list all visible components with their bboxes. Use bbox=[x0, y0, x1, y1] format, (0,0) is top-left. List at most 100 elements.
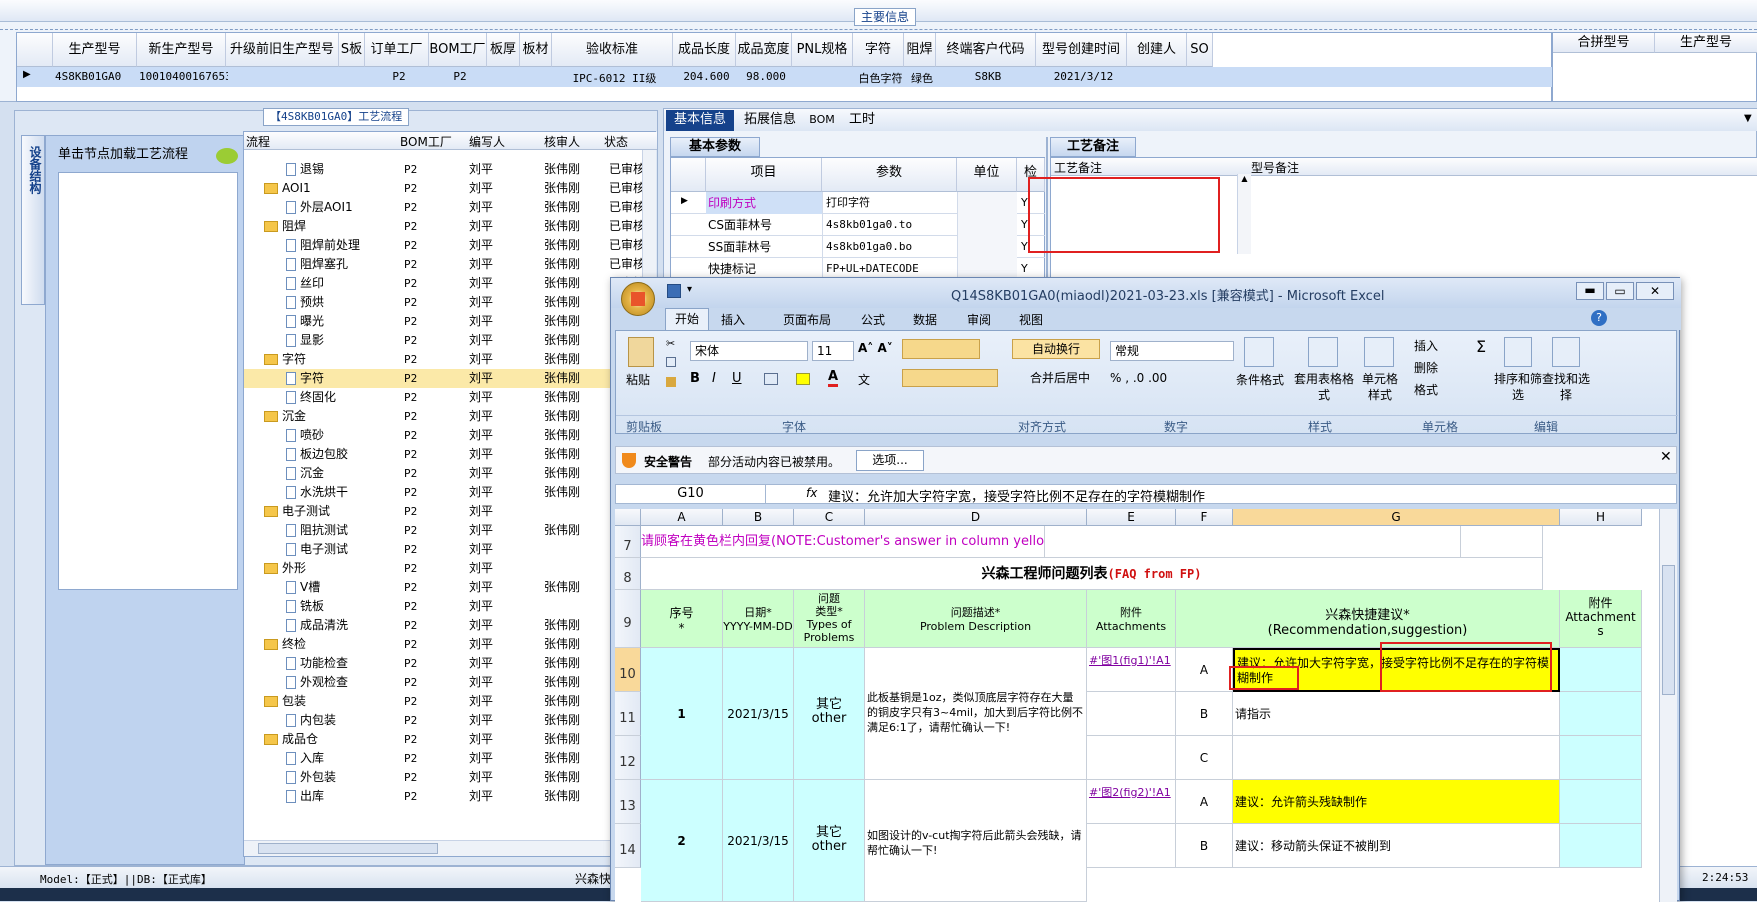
q1-desc[interactable]: 此板基铜是1oz，类似顶底层字符存在大量的铜皮字只有3~4mil，加大到后字符比… bbox=[865, 648, 1087, 780]
tree-row[interactable]: V槽 P2 刘平 张伟刚 bbox=[244, 578, 642, 597]
office-button-icon[interactable] bbox=[621, 282, 655, 316]
tree-row[interactable]: 成品清洗 P2 刘平 张伟刚 bbox=[244, 616, 642, 635]
tree-node[interactable]: 字符 bbox=[264, 350, 394, 369]
tree-node[interactable]: 预烘 bbox=[286, 293, 394, 312]
q2-h-b[interactable] bbox=[1560, 824, 1642, 868]
font-size-select[interactable]: 11 bbox=[812, 341, 854, 361]
close-button[interactable]: ✕ bbox=[1636, 282, 1674, 300]
align-top-group[interactable] bbox=[902, 339, 980, 359]
q1-attach-c[interactable] bbox=[1087, 736, 1176, 780]
tab-extended-info[interactable]: 拓展信息 bbox=[740, 110, 800, 131]
main-col-17[interactable]: SO bbox=[1187, 33, 1213, 67]
main-val-9[interactable]: 204.600 bbox=[675, 70, 738, 86]
tree-node[interactable]: V槽 bbox=[286, 578, 394, 597]
tree-node[interactable]: 终固化 bbox=[286, 388, 394, 407]
q1-h-b[interactable] bbox=[1560, 692, 1642, 736]
tab-process-notes[interactable]: 工艺备注 bbox=[1050, 137, 1136, 157]
phonetic-icon[interactable]: 文 bbox=[858, 371, 870, 388]
cell-row7-h[interactable] bbox=[1461, 526, 1543, 558]
side-tab-device[interactable]: 设备结构 bbox=[21, 135, 45, 305]
params-col-unit[interactable]: 单位 bbox=[957, 158, 1017, 192]
underline-button[interactable]: U bbox=[732, 371, 742, 386]
tree-node[interactable]: 曝光 bbox=[286, 312, 394, 331]
number-format-select[interactable]: 常规 bbox=[1110, 341, 1234, 361]
tab-bom[interactable]: BOM bbox=[804, 110, 840, 131]
table-format-button[interactable]: 套用表格格式 bbox=[1292, 371, 1356, 403]
param-row[interactable]: SS面菲林号 4s8kb01ga0.bo Y bbox=[671, 236, 1045, 258]
tree-node[interactable]: 电子测试 bbox=[264, 502, 394, 521]
merge-center-button[interactable]: 合并后居中 bbox=[1012, 369, 1108, 387]
tab-basic-params[interactable]: 基本参数 bbox=[670, 137, 760, 157]
main-val-2[interactable] bbox=[228, 70, 341, 86]
name-box[interactable]: G10 bbox=[616, 485, 766, 503]
tree-hscroll-thumb[interactable] bbox=[258, 843, 438, 854]
tree-node[interactable]: 成品仓 bbox=[264, 730, 394, 749]
tree-row[interactable]: 字符 P2 刘平 张伟刚 已审核 bbox=[244, 350, 642, 369]
tab-menu-icon[interactable]: ▼ bbox=[1744, 113, 1752, 124]
tree-row[interactable]: 电子测试 P2 刘平 bbox=[244, 540, 642, 559]
format-painter-icon[interactable] bbox=[666, 377, 676, 387]
row-header-12[interactable]: 12 bbox=[615, 736, 641, 780]
tree-col-reviewer[interactable]: 核审人 bbox=[534, 133, 594, 150]
q2-attach-b[interactable] bbox=[1087, 824, 1176, 868]
col-header-A[interactable]: A bbox=[641, 509, 723, 526]
main-val-0[interactable]: 4S8KB01GA0 bbox=[55, 70, 139, 86]
row-header-8[interactable]: 8 bbox=[615, 558, 641, 590]
tree-row[interactable]: 入库 P2 刘平 张伟刚 bbox=[244, 749, 642, 768]
q1-h-c[interactable] bbox=[1560, 736, 1642, 780]
tree-row[interactable]: 终固化 P2 刘平 张伟刚 bbox=[244, 388, 642, 407]
param-unit[interactable] bbox=[957, 214, 1017, 236]
number-tools[interactable]: % , .0 .00 bbox=[1110, 371, 1167, 385]
params-col-value[interactable]: 参数 bbox=[822, 158, 957, 192]
main-col-12[interactable]: 字符 bbox=[853, 33, 904, 67]
tree-row[interactable]: 外层AOI1 P2 刘平 张伟刚 已审核 bbox=[244, 198, 642, 217]
tab-man-hours[interactable]: 工时 bbox=[844, 110, 880, 131]
param-value[interactable]: 4s8kb01ga0.to bbox=[822, 214, 957, 236]
tree-row[interactable]: 终检 P2 刘平 张伟刚 bbox=[244, 635, 642, 654]
main-val-7[interactable] bbox=[522, 70, 554, 86]
tree-node[interactable]: 沉金 bbox=[264, 407, 394, 426]
tree-row[interactable]: 板边包胶 P2 刘平 张伟刚 bbox=[244, 445, 642, 464]
q2-h-a[interactable] bbox=[1560, 780, 1642, 824]
main-col-2[interactable]: 升级前旧生产型号 bbox=[226, 33, 339, 67]
tree-row[interactable]: 包装 P2 刘平 张伟刚 bbox=[244, 692, 642, 711]
tree-node[interactable]: 终检 bbox=[264, 635, 394, 654]
tree-node[interactable]: 退锡 bbox=[286, 160, 394, 179]
main-val-8[interactable]: IPC-6012 II级 bbox=[554, 70, 675, 86]
notes-scroll-up-icon[interactable]: ▲ bbox=[1237, 174, 1251, 254]
main-col-4[interactable]: 订单工厂 bbox=[365, 33, 429, 67]
main-col-14[interactable]: 终端客户代码 bbox=[936, 33, 1036, 67]
tree-col-writer[interactable]: 编写人 bbox=[459, 133, 519, 150]
tree-node[interactable]: 丝印 bbox=[286, 274, 394, 293]
q2-suggestion-b[interactable]: 建议：移动箭头保证不被削到 bbox=[1233, 824, 1560, 868]
q1-suggestion-c[interactable] bbox=[1233, 736, 1560, 780]
main-col-8[interactable]: 验收标准 bbox=[552, 33, 673, 67]
tab-insert[interactable]: 插入 bbox=[721, 311, 745, 328]
main-col-3[interactable]: S板 bbox=[339, 33, 365, 67]
conditional-format-button[interactable]: 条件格式 bbox=[1230, 371, 1290, 388]
tree-row[interactable]: 出库 P2 刘平 张伟刚 bbox=[244, 787, 642, 806]
q1-suggestion-b[interactable]: 请指示 bbox=[1233, 692, 1560, 736]
tree-row[interactable]: 预烘 P2 刘平 张伟刚 已审核 bbox=[244, 293, 642, 312]
find-select-button[interactable]: 查找和选择 bbox=[1542, 371, 1590, 403]
main-col-10[interactable]: 成品宽度 bbox=[736, 33, 792, 67]
q2-date[interactable]: 2021/3/15 bbox=[723, 780, 794, 902]
row-header-7[interactable]: 7 bbox=[615, 526, 641, 558]
tab-basic-info[interactable]: 基本信息 bbox=[666, 110, 734, 131]
main-val-1[interactable]: 10010400167653 bbox=[139, 70, 228, 86]
tree-col-status[interactable]: 状态 bbox=[604, 133, 642, 150]
row-header-14[interactable]: 14 bbox=[615, 824, 641, 868]
security-close-icon[interactable]: ✕ bbox=[1660, 449, 1672, 465]
align-left-group[interactable] bbox=[902, 369, 998, 387]
tree-col-flow[interactable]: 流程 bbox=[246, 133, 396, 150]
main-col-7[interactable]: 板材 bbox=[520, 33, 552, 67]
main-val-12[interactable]: 白色字符 bbox=[855, 70, 906, 86]
tree-node[interactable]: 铣板 bbox=[286, 597, 394, 616]
params-col-item[interactable]: 项目 bbox=[706, 158, 822, 192]
main-val-5[interactable]: P2 bbox=[431, 70, 489, 86]
security-options-button[interactable]: 选项... bbox=[856, 450, 924, 471]
main-col-0[interactable]: 生产型号 bbox=[53, 33, 137, 67]
param-value[interactable]: 4s8kb01ga0.bo bbox=[822, 236, 957, 258]
main-val-13[interactable]: 绿色 bbox=[906, 70, 938, 86]
main-val-15[interactable]: 2021/3/12 bbox=[1038, 70, 1129, 86]
